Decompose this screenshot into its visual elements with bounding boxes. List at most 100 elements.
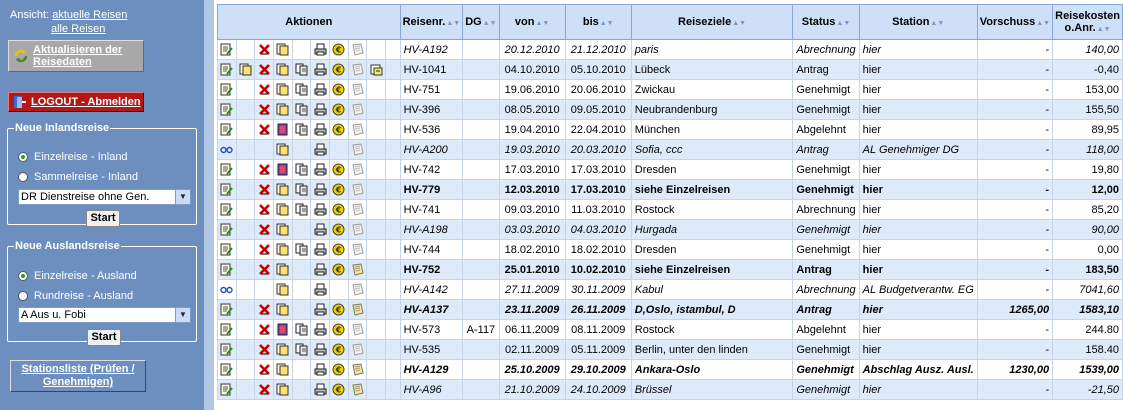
edit-icon[interactable] (220, 43, 234, 56)
print-icon[interactable] (314, 223, 327, 236)
receipt-yellow-icon[interactable] (351, 363, 364, 376)
document-red-icon[interactable] (276, 163, 289, 176)
edit-icon[interactable] (220, 103, 234, 116)
copy-icon[interactable] (276, 143, 289, 156)
receipt-icon[interactable] (351, 223, 364, 236)
copy-icon[interactable] (276, 63, 289, 76)
print-icon[interactable] (314, 363, 327, 376)
logout-button[interactable]: LOGOUT - Abmelden (8, 92, 144, 112)
view-all-link[interactable]: alle Reisen (10, 22, 127, 36)
col-station[interactable]: Station▲▼ (858, 4, 978, 40)
receipt-icon[interactable] (351, 323, 364, 336)
print-icon[interactable] (314, 43, 327, 56)
sort-icon[interactable]: ▲▼ (732, 20, 746, 27)
receipt-yellow-icon[interactable] (351, 383, 364, 396)
ausland-type-select[interactable]: A Aus u. Fobi ▼ (18, 307, 191, 323)
view-glasses-icon[interactable] (220, 143, 234, 155)
print-icon[interactable] (314, 343, 327, 356)
copy-icon[interactable] (276, 383, 289, 396)
edit-icon[interactable] (220, 63, 234, 76)
copy-document-icon[interactable] (295, 343, 308, 356)
euro-coin-icon[interactable]: € (332, 83, 345, 96)
copy-document-icon[interactable] (295, 163, 308, 176)
delete-icon[interactable] (258, 163, 271, 175)
edit-icon[interactable] (220, 163, 234, 176)
copy-icon[interactable] (276, 243, 289, 256)
copy-icon[interactable] (276, 43, 289, 56)
receipt-icon[interactable] (351, 103, 364, 116)
edit-icon[interactable] (220, 203, 234, 216)
receipt-icon[interactable] (351, 43, 364, 56)
col-reiseziele[interactable]: Reiseziele▲▼ (630, 4, 794, 40)
euro-coin-icon[interactable]: € (332, 323, 345, 336)
receipt-icon[interactable] (351, 243, 364, 256)
euro-coin-icon[interactable]: € (332, 163, 345, 176)
receipt-icon[interactable] (351, 203, 364, 216)
col-reisenr[interactable]: Reisenr.▲▼ (399, 4, 464, 40)
copy-icon[interactable] (276, 83, 289, 96)
edit-icon[interactable] (220, 343, 234, 356)
receipt-icon[interactable] (351, 63, 364, 76)
receipt-icon[interactable] (351, 283, 364, 296)
euro-coin-icon[interactable]: € (332, 223, 345, 236)
radio-dot[interactable] (18, 172, 28, 182)
chevron-down-icon[interactable]: ▼ (175, 308, 190, 322)
euro-coin-icon[interactable]: € (332, 383, 345, 396)
stationsliste-button[interactable]: Stationsliste (Prüfen / Genehmigen) (10, 360, 146, 392)
copy-document-icon[interactable] (295, 183, 308, 196)
sort-icon[interactable]: ▲▼ (535, 20, 549, 27)
delete-icon[interactable] (258, 103, 271, 115)
delete-icon[interactable] (258, 303, 271, 315)
print-icon[interactable] (314, 63, 327, 76)
radio-sammel-inland[interactable]: Sammelreise - Inland (18, 171, 138, 183)
print-icon[interactable] (314, 183, 327, 196)
copy-icon[interactable] (239, 63, 252, 76)
col-bis[interactable]: bis▲▼ (564, 4, 632, 40)
copy-icon[interactable] (276, 363, 289, 376)
euro-coin-icon[interactable]: € (332, 43, 345, 56)
euro-coin-icon[interactable]: € (332, 63, 345, 76)
radio-rund-ausland[interactable]: Rundreise - Ausland (18, 290, 133, 302)
euro-coin-icon[interactable]: € (332, 343, 345, 356)
edit-icon[interactable] (220, 303, 234, 316)
delete-icon[interactable] (258, 343, 271, 355)
copy-icon[interactable] (276, 103, 289, 116)
print-icon[interactable] (314, 323, 327, 336)
edit-icon[interactable] (220, 83, 234, 96)
edit-icon[interactable] (220, 363, 234, 376)
copy-icon[interactable] (276, 183, 289, 196)
radio-einzel-inland[interactable]: Einzelreise - Inland (18, 151, 128, 163)
print-icon[interactable] (314, 163, 327, 176)
euro-coin-icon[interactable]: € (332, 243, 345, 256)
sort-icon[interactable]: ▲▼ (930, 20, 944, 27)
delete-icon[interactable] (258, 263, 271, 275)
document-red-icon[interactable] (276, 123, 289, 136)
euro-coin-icon[interactable]: € (332, 363, 345, 376)
copy-document-icon[interactable] (295, 83, 308, 96)
print-icon[interactable] (314, 303, 327, 316)
delete-icon[interactable] (258, 83, 271, 95)
edit-icon[interactable] (220, 123, 234, 136)
print-icon[interactable] (314, 123, 327, 136)
copy-document-icon[interactable] (295, 243, 308, 256)
edit-icon[interactable] (220, 263, 234, 276)
receipt-icon[interactable] (351, 343, 364, 356)
receipt-yellow-icon[interactable] (351, 303, 364, 316)
print-icon[interactable] (314, 263, 327, 276)
delete-icon[interactable] (258, 383, 271, 395)
delete-icon[interactable] (258, 363, 271, 375)
copy-icon[interactable] (276, 203, 289, 216)
radio-dot[interactable] (18, 152, 28, 162)
receipt-icon[interactable] (351, 83, 364, 96)
sort-icon[interactable]: ▲▼ (483, 20, 497, 27)
print-icon[interactable] (314, 203, 327, 216)
euro-coin-icon[interactable]: € (332, 123, 345, 136)
col-dg[interactable]: DG▲▼ (462, 4, 500, 40)
delete-icon[interactable] (258, 203, 271, 215)
inland-type-select[interactable]: DR Dienstreise ohne Gen. ▼ (18, 189, 191, 205)
col-status[interactable]: Status▲▼ (792, 4, 860, 40)
print-icon[interactable] (314, 103, 327, 116)
copy-document-icon[interactable] (295, 203, 308, 216)
delete-icon[interactable] (258, 183, 271, 195)
col-vorschuss[interactable]: Vorschuss▲▼ (976, 4, 1054, 40)
